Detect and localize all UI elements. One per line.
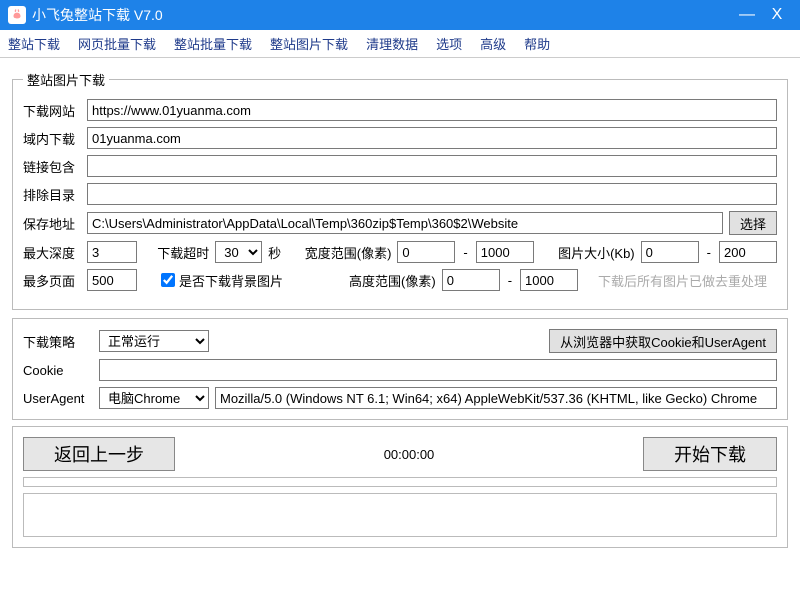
- group-legend: 整站图片下载: [23, 70, 109, 89]
- back-button[interactable]: 返回上一步: [23, 437, 175, 471]
- pages-input[interactable]: [87, 269, 137, 291]
- menu-item[interactable]: 帮助: [524, 34, 550, 53]
- pages-label: 最多页面: [23, 271, 81, 290]
- menu-item[interactable]: 整站下载: [8, 34, 60, 53]
- width-min-input[interactable]: [397, 241, 455, 263]
- height-range-label: 高度范围(像素): [349, 271, 436, 290]
- contain-input[interactable]: [87, 155, 777, 177]
- exclude-input[interactable]: [87, 183, 777, 205]
- bgimg-checkbox[interactable]: 是否下载背景图片: [161, 271, 283, 290]
- bgimg-checkbox-input[interactable]: [161, 273, 175, 287]
- elapsed-time: 00:00:00: [181, 447, 637, 462]
- url-input[interactable]: [87, 99, 777, 121]
- cookie-label: Cookie: [23, 363, 93, 378]
- size-min-input[interactable]: [641, 241, 699, 263]
- exclude-label: 排除目录: [23, 185, 81, 204]
- start-download-button[interactable]: 开始下载: [643, 437, 777, 471]
- depth-label: 最大深度: [23, 243, 81, 262]
- domain-label: 域内下载: [23, 129, 81, 148]
- titlebar: 小飞兔整站下载 V7.0 — X: [0, 0, 800, 30]
- fetch-cookie-button[interactable]: 从浏览器中获取Cookie和UserAgent: [549, 329, 777, 353]
- url-label: 下载网站: [23, 101, 81, 120]
- height-max-input[interactable]: [520, 269, 578, 291]
- cookie-input[interactable]: [99, 359, 777, 381]
- size-label: 图片大小(Kb): [558, 243, 635, 262]
- menu-item[interactable]: 清理数据: [366, 34, 418, 53]
- save-path-input[interactable]: [87, 212, 723, 234]
- width-max-input[interactable]: [476, 241, 534, 263]
- bgimg-label: 是否下载背景图片: [179, 271, 283, 290]
- app-title: 小飞兔整站下载 V7.0: [32, 5, 732, 25]
- minimize-button[interactable]: —: [732, 6, 762, 24]
- timeout-unit: 秒: [268, 243, 284, 262]
- menubar: 整站下载 网页批量下载 整站批量下载 整站图片下载 清理数据 选项 高级 帮助: [0, 30, 800, 58]
- network-settings-group: 下载策略 正常运行 从浏览器中获取Cookie和UserAgent Cookie…: [12, 318, 788, 420]
- height-min-input[interactable]: [442, 269, 500, 291]
- app-icon: [8, 6, 26, 24]
- progress-bar: [23, 477, 777, 487]
- dedup-hint: 下载后所有图片已做去重处理: [598, 271, 767, 290]
- menu-item[interactable]: 选项: [436, 34, 462, 53]
- choose-path-button[interactable]: 选择: [729, 211, 777, 235]
- depth-input[interactable]: [87, 241, 137, 263]
- timeout-label: 下载超时: [157, 243, 209, 262]
- log-output: [23, 493, 777, 537]
- policy-label: 下载策略: [23, 332, 93, 351]
- menu-item[interactable]: 高级: [480, 34, 506, 53]
- download-settings-group: 整站图片下载 下载网站 域内下载 链接包含 排除目录 保存地址 选择 最大深度 …: [12, 70, 788, 310]
- save-label: 保存地址: [23, 214, 81, 233]
- useragent-input[interactable]: [215, 387, 777, 409]
- menu-item[interactable]: 网页批量下载: [78, 34, 156, 53]
- domain-input[interactable]: [87, 127, 777, 149]
- close-button[interactable]: X: [762, 6, 792, 24]
- useragent-label: UserAgent: [23, 391, 93, 406]
- timeout-select[interactable]: 30: [215, 241, 262, 263]
- footer-panel: 返回上一步 00:00:00 开始下载: [12, 426, 788, 548]
- width-range-label: 宽度范围(像素): [305, 243, 392, 262]
- contain-label: 链接包含: [23, 157, 81, 176]
- useragent-preset-select[interactable]: 电脑Chrome: [99, 387, 209, 409]
- size-max-input[interactable]: [719, 241, 777, 263]
- policy-select[interactable]: 正常运行: [99, 330, 209, 352]
- menu-item[interactable]: 整站图片下载: [270, 34, 348, 53]
- menu-item[interactable]: 整站批量下载: [174, 34, 252, 53]
